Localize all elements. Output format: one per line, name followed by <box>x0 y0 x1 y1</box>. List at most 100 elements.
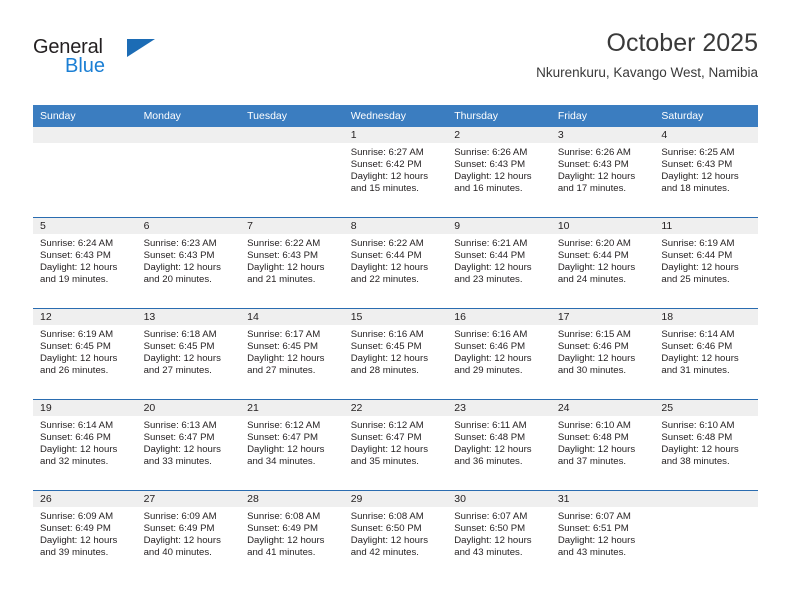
calendar-day[interactable]: 30 Sunrise: 6:07 AM Sunset: 6:50 PM Dayligh… <box>447 491 551 581</box>
day-details: Sunrise: 6:07 AM Sunset: 6:51 PM Daylight:… <box>551 507 655 559</box>
day-details: Sunrise: 6:12 AM Sunset: 6:47 PM Daylight:… <box>240 416 344 468</box>
calendar-day[interactable]: 12 Sunrise: 6:19 AM Sunset: 6:45 PM Dayligh… <box>33 309 137 399</box>
calendar-day[interactable]: 24 Sunrise: 6:10 AM Sunset: 6:48 PM Dayligh… <box>550 400 655 490</box>
calendar-day[interactable]: 28 Sunrise: 6:08 AM Sunset: 6:49 PM Dayligh… <box>240 491 344 581</box>
calendar-day[interactable]: 27 Sunrise: 6:09 AM Sunset: 6:49 PM Dayligh… <box>136 491 241 581</box>
calendar-cell: 2 Sunrise: 6:26 AM Sunset: 6:43 PM Daylight… <box>447 127 551 218</box>
calendar-day[interactable]: 7 Sunrise: 6:22 AM Sunset: 6:43 PM Daylight… <box>240 218 344 308</box>
calendar-day-empty <box>33 127 137 217</box>
day-number: 10 <box>550 218 655 234</box>
daylight-text-line1: Daylight: 12 hours <box>661 443 739 455</box>
calendar-cell: 10 Sunrise: 6:20 AM Sunset: 6:44 PM Dayligh… <box>550 217 655 309</box>
calendar-day[interactable]: 2 Sunrise: 6:26 AM Sunset: 6:43 PM Daylight… <box>447 127 551 217</box>
day-details: Sunrise: 6:15 AM Sunset: 6:46 PM Daylight:… <box>551 325 655 377</box>
sunrise-text: Sunrise: 6:10 AM <box>661 420 735 431</box>
calendar-week-row: 19 Sunrise: 6:14 AM Sunset: 6:46 PM Dayligh… <box>33 399 758 491</box>
page-header: General Blue October 2025 Nkurenkuru, Ka… <box>33 28 758 94</box>
daylight-text-line2: and 43 minutes. <box>557 546 627 558</box>
calendar-cell: 17 Sunrise: 6:15 AM Sunset: 6:46 PM Dayligh… <box>550 308 655 400</box>
daylight-text-line2: and 29 minutes. <box>454 364 523 376</box>
daylight-text-line2: and 37 minutes. <box>557 455 627 467</box>
calendar-day[interactable]: 22 Sunrise: 6:12 AM Sunset: 6:47 PM Dayligh… <box>343 400 448 490</box>
calendar-day[interactable]: 15 Sunrise: 6:16 AM Sunset: 6:45 PM Dayligh… <box>343 309 448 399</box>
sunset-text: Sunset: 6:44 PM <box>661 249 733 261</box>
daylight-text-line2: and 17 minutes. <box>557 182 627 194</box>
daylight-text-line1: Daylight: 12 hours <box>454 352 532 364</box>
calendar-cell: 3 Sunrise: 6:26 AM Sunset: 6:43 PM Daylight… <box>550 127 655 218</box>
day-number: 4 <box>654 127 758 143</box>
daylight-text-line1: Daylight: 12 hours <box>557 170 636 182</box>
calendar-day[interactable]: 29 Sunrise: 6:08 AM Sunset: 6:50 PM Dayligh… <box>343 491 448 581</box>
day-details: Sunrise: 6:23 AM Sunset: 6:43 PM Daylight:… <box>137 234 241 286</box>
calendar-day[interactable]: 13 Sunrise: 6:18 AM Sunset: 6:45 PM Dayligh… <box>136 309 241 399</box>
day-number: 8 <box>343 218 448 234</box>
calendar-day[interactable]: 1 Sunrise: 6:27 AM Sunset: 6:42 PM Daylight… <box>343 127 448 217</box>
calendar-cell: 13 Sunrise: 6:18 AM Sunset: 6:45 PM Dayligh… <box>136 308 241 400</box>
calendar-day[interactable]: 21 Sunrise: 6:12 AM Sunset: 6:47 PM Dayligh… <box>240 400 344 490</box>
sunrise-text: Sunrise: 6:26 AM <box>454 147 528 158</box>
calendar-day[interactable]: 14 Sunrise: 6:17 AM Sunset: 6:45 PM Dayligh… <box>240 309 344 399</box>
daylight-text-line2: and 22 minutes. <box>350 273 419 285</box>
day-details: Sunrise: 6:22 AM Sunset: 6:44 PM Daylight:… <box>344 234 448 286</box>
calendar-day[interactable]: 6 Sunrise: 6:23 AM Sunset: 6:43 PM Daylight… <box>136 218 241 308</box>
calendar-day[interactable]: 17 Sunrise: 6:15 AM Sunset: 6:46 PM Dayligh… <box>550 309 655 399</box>
sunset-text: Sunset: 6:47 PM <box>143 431 215 443</box>
calendar-cell: 22 Sunrise: 6:12 AM Sunset: 6:47 PM Dayligh… <box>343 399 448 491</box>
calendar-cell: 24 Sunrise: 6:10 AM Sunset: 6:48 PM Dayligh… <box>550 399 655 491</box>
day-number: 6 <box>136 218 241 234</box>
day-details: Sunrise: 6:14 AM Sunset: 6:46 PM Daylight:… <box>654 325 758 377</box>
sunrise-text: Sunrise: 6:19 AM <box>661 238 735 249</box>
calendar-day[interactable]: 16 Sunrise: 6:16 AM Sunset: 6:46 PM Dayligh… <box>447 309 551 399</box>
day-number <box>240 127 344 143</box>
calendar-day[interactable]: 31 Sunrise: 6:07 AM Sunset: 6:51 PM Dayligh… <box>550 491 655 581</box>
sunset-text: Sunset: 6:48 PM <box>557 431 629 443</box>
daylight-text-line2: and 43 minutes. <box>454 546 523 558</box>
day-details: Sunrise: 6:09 AM Sunset: 6:49 PM Daylight:… <box>33 507 137 559</box>
sunrise-text: Sunrise: 6:17 AM <box>247 329 321 340</box>
day-number: 9 <box>447 218 551 234</box>
calendar-day[interactable]: 4 Sunrise: 6:25 AM Sunset: 6:43 PM Daylight… <box>654 127 758 217</box>
calendar-day[interactable]: 5 Sunrise: 6:24 AM Sunset: 6:43 PM Daylight… <box>33 218 137 308</box>
sunrise-text: Sunrise: 6:07 AM <box>557 511 631 522</box>
calendar-day[interactable]: 10 Sunrise: 6:20 AM Sunset: 6:44 PM Dayligh… <box>550 218 655 308</box>
sunset-text: Sunset: 6:47 PM <box>247 431 319 443</box>
weekday-header-friday: Friday <box>550 105 655 127</box>
day-number: 2 <box>447 127 551 143</box>
daylight-text-line1: Daylight: 12 hours <box>454 443 532 455</box>
sunrise-text: Sunrise: 6:22 AM <box>247 238 321 249</box>
daylight-text-line1: Daylight: 12 hours <box>40 261 118 273</box>
day-number: 28 <box>240 491 344 507</box>
calendar-week-row: 26 Sunrise: 6:09 AM Sunset: 6:49 PM Dayligh… <box>33 490 758 581</box>
calendar-day[interactable]: 23 Sunrise: 6:11 AM Sunset: 6:48 PM Dayligh… <box>447 400 551 490</box>
calendar-cell: 27 Sunrise: 6:09 AM Sunset: 6:49 PM Dayligh… <box>136 490 241 581</box>
day-details: Sunrise: 6:24 AM Sunset: 6:43 PM Daylight:… <box>33 234 137 286</box>
calendar-cell: 28 Sunrise: 6:08 AM Sunset: 6:49 PM Dayligh… <box>240 490 344 581</box>
calendar-day[interactable]: 8 Sunrise: 6:22 AM Sunset: 6:44 PM Daylight… <box>343 218 448 308</box>
calendar-day[interactable]: 20 Sunrise: 6:13 AM Sunset: 6:47 PM Dayligh… <box>136 400 241 490</box>
daylight-text-line2: and 24 minutes. <box>557 273 627 285</box>
day-details: Sunrise: 6:08 AM Sunset: 6:49 PM Daylight:… <box>240 507 344 559</box>
calendar-day[interactable]: 11 Sunrise: 6:19 AM Sunset: 6:44 PM Dayligh… <box>654 218 758 308</box>
calendar-day[interactable]: 19 Sunrise: 6:14 AM Sunset: 6:46 PM Dayligh… <box>33 400 137 490</box>
calendar-day[interactable]: 3 Sunrise: 6:26 AM Sunset: 6:43 PM Daylight… <box>550 127 655 217</box>
daylight-text-line2: and 25 minutes. <box>661 273 730 285</box>
sunrise-text: Sunrise: 6:18 AM <box>143 329 217 340</box>
calendar-day[interactable]: 9 Sunrise: 6:21 AM Sunset: 6:44 PM Daylight… <box>447 218 551 308</box>
day-number: 17 <box>550 309 655 325</box>
calendar-cell: 14 Sunrise: 6:17 AM Sunset: 6:45 PM Dayligh… <box>240 308 344 400</box>
weekday-header-monday: Monday <box>136 105 241 127</box>
day-number: 19 <box>33 400 137 416</box>
sunrise-text: Sunrise: 6:26 AM <box>557 147 631 158</box>
daylight-text-line1: Daylight: 12 hours <box>247 352 325 364</box>
calendar-cell: 29 Sunrise: 6:08 AM Sunset: 6:50 PM Dayligh… <box>343 490 448 581</box>
calendar-day[interactable]: 26 Sunrise: 6:09 AM Sunset: 6:49 PM Dayligh… <box>33 491 137 581</box>
sunrise-text: Sunrise: 6:22 AM <box>350 238 424 249</box>
sunset-text: Sunset: 6:44 PM <box>350 249 422 261</box>
daylight-text-line1: Daylight: 12 hours <box>247 534 325 546</box>
day-details: Sunrise: 6:19 AM Sunset: 6:45 PM Daylight:… <box>33 325 137 377</box>
calendar-day[interactable]: 18 Sunrise: 6:14 AM Sunset: 6:46 PM Dayligh… <box>654 309 758 399</box>
calendar-cell <box>240 127 344 218</box>
weekday-header-wednesday: Wednesday <box>343 105 448 127</box>
calendar-week-row: 1 Sunrise: 6:27 AM Sunset: 6:42 PM Daylight… <box>33 127 758 218</box>
calendar-day[interactable]: 25 Sunrise: 6:10 AM Sunset: 6:48 PM Dayligh… <box>654 400 758 490</box>
